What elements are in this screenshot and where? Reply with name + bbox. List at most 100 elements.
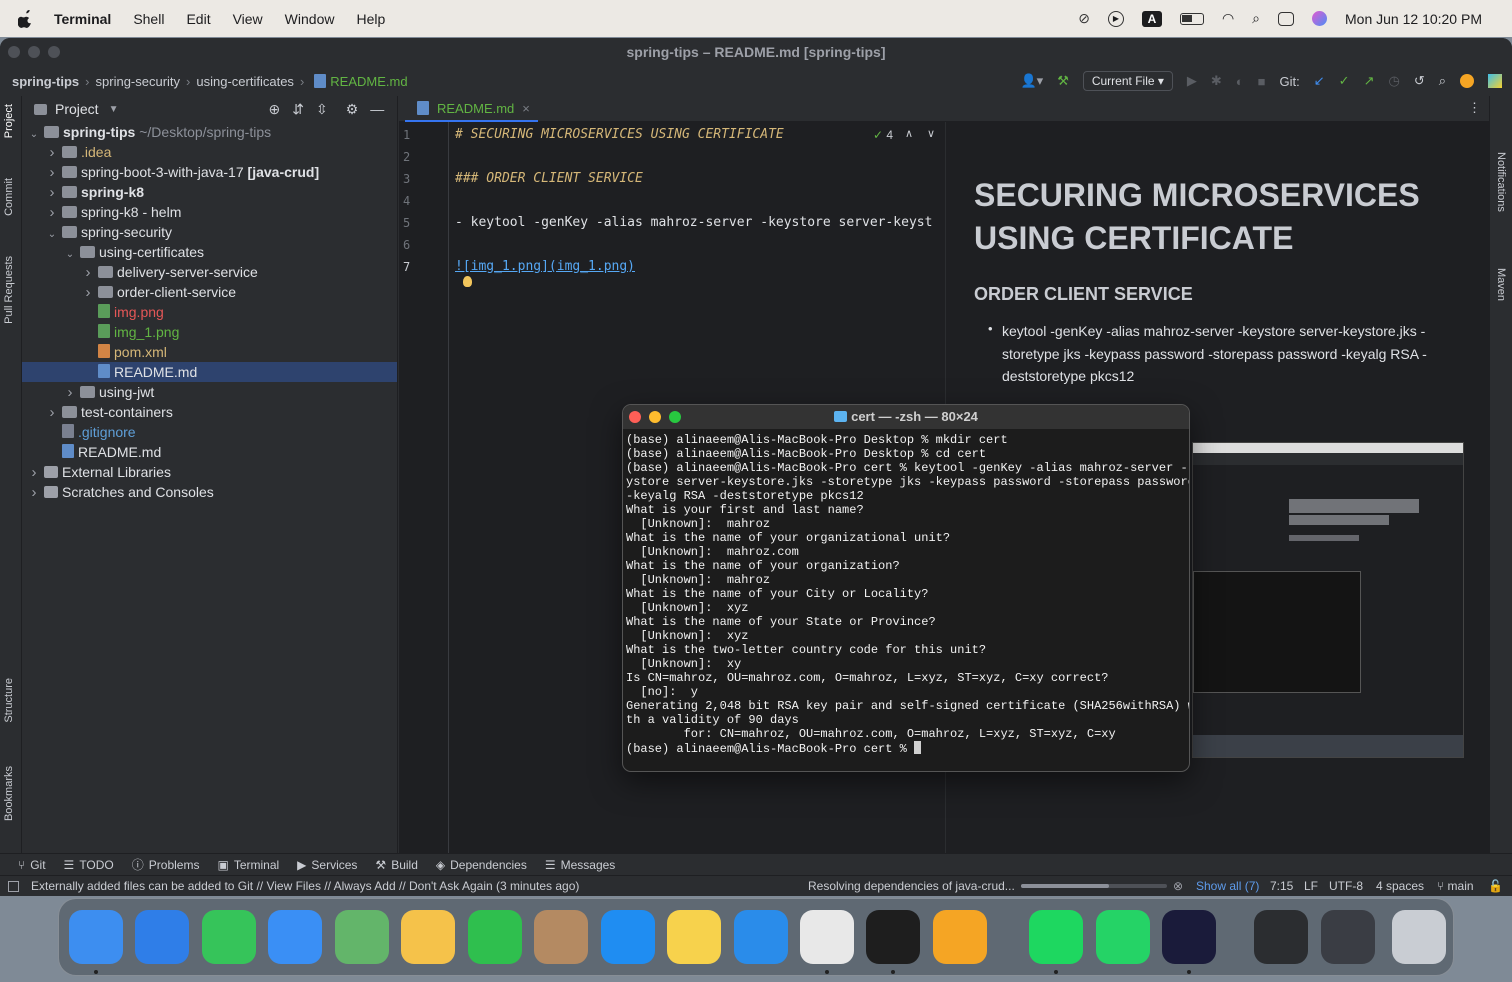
chevron-right-icon[interactable]: › [82,283,94,303]
tree-item[interactable]: pom.xml [22,342,397,362]
build-hammer-icon[interactable]: ⚒ [1057,73,1069,89]
tree-item[interactable]: ⌄ spring-security [22,222,397,242]
chevron-right-icon[interactable]: › [82,263,94,283]
tree-item[interactable]: › delivery-server-service [22,262,397,282]
terminal-icon[interactable] [866,910,920,964]
appstore-icon[interactable] [601,910,655,964]
tool-messages[interactable]: ☰ Messages [545,858,615,872]
caret-position[interactable]: 7:15 [1270,879,1293,893]
cancel-task-icon[interactable]: ⊗ [1173,879,1183,893]
control-center-icon[interactable] [1278,11,1295,26]
git-branch-widget[interactable]: ⑂ main [1437,879,1474,893]
tree-item[interactable]: img_1.png [22,322,397,342]
expand-all-icon[interactable]: ⇵ [292,101,304,118]
more-actions-icon[interactable]: ⋮ [1468,100,1481,116]
lock-icon[interactable]: 🔓 [1488,879,1503,893]
chevron-right-icon[interactable]: › [46,203,58,223]
debug-icon[interactable]: ✱ [1211,73,1222,89]
chevron-right-icon[interactable]: › [28,483,40,503]
input-source-icon[interactable]: A [1141,10,1162,27]
battery-icon[interactable] [1179,12,1204,25]
breadcrumb-file[interactable]: README.md [330,74,407,89]
git-history-icon[interactable]: ◷ [1388,73,1399,89]
tree-item[interactable]: › .idea [22,142,397,162]
tree-item[interactable]: README.md [22,442,397,462]
git-push-icon[interactable]: ↗ [1364,73,1375,89]
whatsapp-icon[interactable] [1096,910,1150,964]
ide-features-icon[interactable] [1488,74,1502,88]
stop-icon[interactable]: ■ [1258,74,1266,89]
hide-panel-icon[interactable]: — [370,101,384,117]
chrome-icon[interactable] [800,910,854,964]
tool-tab-notifications[interactable]: Notifications [1495,152,1507,212]
status-message[interactable]: Externally added files can be added to G… [31,879,579,893]
profile-icon[interactable]: 👤▾ [1020,73,1043,89]
tree-item[interactable]: › spring-k8 - helm [22,202,397,222]
recent-window-1-icon[interactable] [1254,910,1308,964]
media-play-icon[interactable]: ▶ [1107,10,1124,27]
breadcrumb-using-certificates[interactable]: using-certificates [196,74,294,89]
terminal-zoom-button[interactable] [669,411,681,423]
editor-tab-readme[interactable]: README.md × [405,96,538,122]
tool-tab-maven[interactable]: Maven [1495,268,1507,301]
run-icon[interactable]: ▶ [1187,73,1197,89]
tool-services[interactable]: ▶ Services [297,858,357,872]
keynote-icon[interactable] [734,910,788,964]
terminal-minimize-button[interactable] [649,411,661,423]
tool-tab-structure[interactable]: Structure [3,678,15,723]
tool-tab-commit[interactable]: Commit [3,178,15,216]
search-everywhere-icon[interactable]: ⌕ [1439,73,1446,89]
git-rollback-icon[interactable]: ↺ [1414,73,1425,89]
terminal-window[interactable]: cert — -zsh — 80×24 (base) alinaeem@Alis… [622,404,1190,772]
chevron-right-icon[interactable]: › [46,143,58,163]
code-line[interactable]: - keytool -genKey -alias mahroz-server -… [455,215,943,230]
terminal-output[interactable]: (base) alinaeem@Alis-MacBook-Pro Desktop… [626,433,1189,756]
window-close-button[interactable] [8,46,20,58]
toggle-tool-windows-icon[interactable] [8,880,19,892]
tool-build[interactable]: ⚒ Build [375,858,417,872]
trash-icon[interactable] [1392,910,1446,964]
menubar-clock[interactable]: Mon Jun 12 10:20 PM [1345,11,1482,27]
code-line[interactable]: # SECURING MICROSERVICES USING CERTIFICA… [455,127,784,142]
menu-app-name[interactable]: Terminal [54,11,111,27]
tree-item[interactable]: ⌄ spring-tips ~/Desktop/spring-tips [22,122,397,142]
tree-item[interactable]: img.png [22,302,397,322]
pages-icon[interactable] [933,910,987,964]
terminal-close-button[interactable] [629,411,641,423]
chevron-right-icon[interactable]: › [46,403,58,423]
tree-item[interactable]: › spring-k8 [22,182,397,202]
code-line[interactable]: ### ORDER CLIENT SERVICE [455,171,643,186]
coverage-icon[interactable]: ◐ [1236,74,1244,89]
tree-item[interactable]: › spring-boot-3-with-java-17 [java-crud] [22,162,397,182]
wifi-icon[interactable]: ◠ [1222,10,1234,27]
apple-icon[interactable] [18,9,34,28]
chevron-right-icon[interactable]: › [28,463,40,483]
chevron-right-icon[interactable]: › [46,183,58,203]
photos-icon[interactable] [401,910,455,964]
project-panel-title[interactable]: Project [55,101,99,117]
code-line[interactable]: ![img_1.png](img_1.png) [455,259,635,274]
run-configuration-select[interactable]: Current File ▾ [1082,71,1173,91]
facetime-icon[interactable] [468,910,522,964]
recent-window-2-icon[interactable] [1321,910,1375,964]
tool-todo[interactable]: ☰ TODO [64,858,114,872]
prev-highlight-icon[interactable]: ∧ [905,127,913,140]
finder-icon[interactable] [69,910,123,964]
intention-bulb-icon[interactable] [463,276,472,287]
breadcrumb-root[interactable]: spring-tips [12,74,79,89]
no-bluetooth-icon[interactable]: ⊘ [1078,10,1090,27]
tool-tab-pull-requests[interactable]: Pull Requests [3,256,15,324]
tool-git[interactable]: ⑂ Git [18,858,46,872]
maps-icon[interactable] [335,910,389,964]
safari-icon[interactable] [135,910,189,964]
siri-icon[interactable] [1312,11,1328,26]
tool-dependencies[interactable]: ◈ Dependencies [436,858,527,872]
chevron-right-icon[interactable]: › [46,163,58,183]
tree-item[interactable]: › test-containers [22,402,397,422]
tree-item[interactable]: › using-jwt [22,382,397,402]
tool-problems[interactable]: ⓘ Problems [132,856,200,873]
window-minimize-button[interactable] [28,46,40,58]
collapse-all-icon[interactable]: ⇳ [316,101,328,118]
update-icon[interactable] [1460,74,1474,88]
tool-tab-bookmarks[interactable]: Bookmarks [3,766,15,821]
